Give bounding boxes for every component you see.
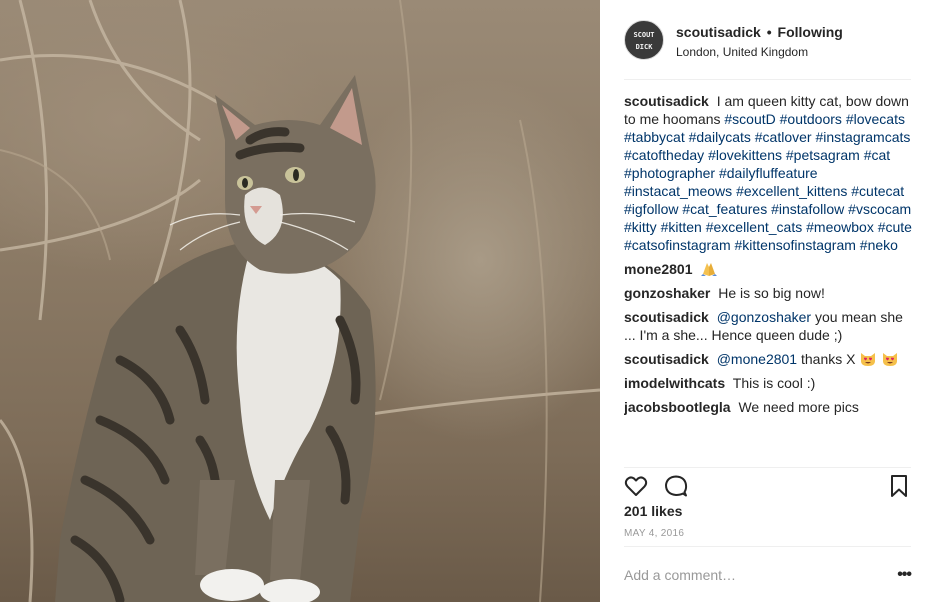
post-sidebar: SCOUT DICK scoutisadick • Following Lond… — [600, 0, 935, 602]
header-separator: • — [766, 24, 772, 40]
comment-username-link[interactable]: mone2801 — [624, 261, 692, 277]
hashtag-link[interactable]: #dailycats — [689, 129, 751, 145]
comment-mention-link[interactable]: @gonzoshaker — [717, 309, 811, 325]
caption-username-link[interactable]: scoutisadick — [624, 93, 709, 109]
hashtag-link[interactable]: #cute — [878, 219, 912, 235]
hashtag-link[interactable]: #meowbox — [806, 219, 874, 235]
comment-text: thanks X — [801, 351, 856, 367]
comment-text: This is cool :) — [732, 375, 816, 391]
comment-item: scoutisadick @mone2801 thanks X — [624, 350, 916, 368]
comment-item: mone2801 — [624, 260, 916, 278]
hashtag-link[interactable]: #cat_features — [682, 201, 767, 217]
comment-icon[interactable] — [664, 474, 688, 498]
comment-item: scoutisadick @gonzoshaker you mean she .… — [624, 308, 916, 344]
hashtag-link[interactable]: #igfollow — [624, 201, 678, 217]
heart-icon[interactable] — [624, 474, 648, 498]
more-options-button[interactable]: ••• — [891, 566, 912, 584]
hashtag-link[interactable]: #instagramcats — [815, 129, 910, 145]
comment-item: imodelwithcats This is cool :) — [624, 374, 916, 392]
hashtag-link[interactable]: #outdoors — [780, 111, 842, 127]
comment-username-link[interactable]: gonzoshaker — [624, 285, 710, 301]
hashtag-link[interactable]: #catoftheday — [624, 147, 704, 163]
comment-username-link[interactable]: scoutisadick — [624, 309, 709, 325]
add-comment-bar: ••• — [624, 546, 912, 602]
bookmark-icon[interactable] — [887, 474, 911, 498]
hashtag-link[interactable]: #excellent_cats — [706, 219, 803, 235]
comment-username-link[interactable]: imodelwithcats — [624, 375, 725, 391]
hashtag-link[interactable]: #kitten — [661, 219, 702, 235]
following-button[interactable]: Following — [778, 24, 843, 40]
hashtag-link[interactable]: #photographer — [624, 165, 715, 181]
comment-item: gonzoshaker He is so big now! — [624, 284, 916, 302]
heart-eyes-cat-icon — [883, 353, 898, 366]
tabby-cat-image — [0, 0, 600, 602]
hashtag-link[interactable]: #catlover — [755, 129, 812, 145]
comment-text: He is so big now! — [718, 285, 825, 301]
hashtag-link[interactable]: #excellent_kittens — [736, 183, 847, 199]
avatar[interactable]: SCOUT DICK — [624, 20, 664, 60]
hashtag-link[interactable]: #instafollow — [771, 201, 844, 217]
comment-mention-link[interactable]: @mone2801 — [717, 351, 797, 367]
action-bar — [624, 467, 911, 499]
hashtag-link[interactable]: #catsofinstagram — [624, 237, 731, 253]
caption: scoutisadick I am queen kitty cat, bow d… — [624, 92, 916, 254]
likes-count[interactable]: 201 likes — [624, 502, 682, 520]
hashtag-link[interactable]: #lovekittens — [708, 147, 782, 163]
heart-eyes-cat-icon — [861, 353, 876, 366]
header-text: scoutisadick • Following London, United … — [676, 20, 843, 60]
hashtag-link[interactable]: #lovecats — [846, 111, 905, 127]
comment-username-link[interactable]: jacobsbootlegla — [624, 399, 731, 415]
comments-list: scoutisadick I am queen kitty cat, bow d… — [624, 92, 916, 462]
location-link[interactable]: London, United Kingdom — [676, 44, 843, 60]
hashtag-link[interactable]: #tabbycat — [624, 129, 685, 145]
hashtag-link[interactable]: #dailyfluffeature — [719, 165, 818, 181]
post-photo[interactable] — [0, 0, 600, 602]
hashtag-link[interactable]: #kitty — [624, 219, 657, 235]
header-title-line: scoutisadick • Following — [676, 24, 843, 40]
comment-item: jacobsbootlegla We need more pics — [624, 398, 916, 416]
comment-username-link[interactable]: scoutisadick — [624, 351, 709, 367]
hashtag-link[interactable]: #kittensofinstagram — [735, 237, 856, 253]
hashtag-link[interactable]: #neko — [860, 237, 898, 253]
hashtag-link[interactable]: #scoutD — [724, 111, 775, 127]
header-username-link[interactable]: scoutisadick — [676, 24, 761, 40]
comment-text: We need more pics — [738, 399, 859, 415]
instagram-post: SCOUT DICK scoutisadick • Following Lond… — [0, 0, 935, 602]
add-comment-input[interactable] — [624, 566, 891, 583]
hashtag-link[interactable]: #instacat_meows — [624, 183, 732, 199]
caption-hashtags: #scoutD #outdoors #lovecats #tabbycat #d… — [624, 111, 912, 253]
avatar-text-2: DICK — [635, 43, 653, 51]
hashtag-link[interactable]: #cat — [864, 147, 890, 163]
hashtag-link[interactable]: #petsagram — [786, 147, 860, 163]
hashtag-link[interactable]: #cutecat — [851, 183, 904, 199]
avatar-text: SCOUT — [633, 31, 655, 39]
post-header: SCOUT DICK scoutisadick • Following Lond… — [624, 20, 911, 80]
hashtag-link[interactable]: #vscocam — [848, 201, 911, 217]
folded-hands-icon — [701, 263, 718, 276]
post-date[interactable]: MAY 4, 2016 — [624, 528, 684, 539]
